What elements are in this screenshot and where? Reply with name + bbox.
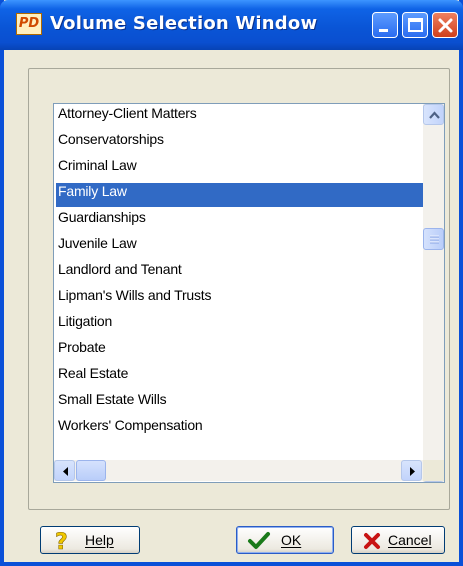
question-mark-icon: ? [55,530,68,552]
scrollbar-corner [423,460,444,481]
close-button[interactable] [432,12,458,38]
arrow-right-icon [410,467,415,476]
scroll-up-button[interactable] [423,104,444,125]
help-button-label: Help [85,532,114,548]
horizontal-scroll-thumb[interactable] [76,460,106,481]
list-item[interactable]: Guardianships [56,209,426,233]
cancel-button-label: Cancel [388,532,432,548]
close-icon [438,18,453,33]
help-button[interactable]: ? Help [40,526,140,554]
list-item[interactable]: Juvenile Law [56,235,426,259]
maximize-button[interactable] [402,12,428,38]
maximize-icon [408,18,423,32]
ok-button[interactable]: OK [236,526,334,554]
list-item[interactable]: Small Estate Wills [56,391,426,415]
list-item[interactable]: Criminal Law [56,157,426,181]
list-item[interactable]: Conservatorships [56,131,426,155]
list-item[interactable]: Landlord and Tenant [56,261,426,285]
grip-icon [430,235,439,244]
minimize-icon [379,29,388,32]
horizontal-scrollbar[interactable] [54,460,423,481]
ok-button-label: OK [281,532,302,548]
scroll-left-button[interactable] [54,460,75,481]
list-item[interactable]: Workers' Compensation [56,417,426,441]
list-item[interactable]: Probate [56,339,426,363]
window-title: Volume Selection Window [50,13,318,34]
volume-list[interactable]: Attorney-Client Matters Conservatorships C… [53,103,445,483]
svg-text:?: ? [55,530,68,552]
cancel-button[interactable]: Cancel [351,526,445,554]
list-item[interactable]: Real Estate [56,365,426,389]
chevron-up-icon [429,111,440,119]
arrow-left-icon [63,467,68,476]
app-logo-icon: PD [16,13,42,35]
vertical-scroll-thumb[interactable] [423,228,444,250]
list-item[interactable]: Family Law [56,183,426,207]
cancel-x-icon [364,533,380,549]
scroll-right-button[interactable] [401,460,422,481]
checkmark-icon [248,532,270,549]
title-bar[interactable]: PD Volume Selection Window [0,0,463,50]
minimize-button[interactable] [372,12,398,38]
list-item[interactable]: Litigation [56,313,426,337]
vertical-scrollbar[interactable] [423,104,444,482]
list-item[interactable]: Attorney-Client Matters [56,105,426,129]
list-item[interactable]: Lipman's Wills and Trusts [56,287,426,311]
